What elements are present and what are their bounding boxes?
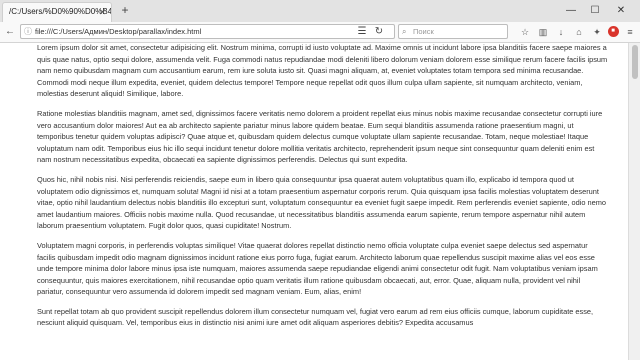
library-icon[interactable]: ▥ bbox=[536, 25, 550, 39]
paragraph: Voluptatem magni corporis, in perferendi… bbox=[37, 240, 598, 297]
download-icon[interactable]: ↓ bbox=[554, 25, 568, 39]
tab-title: /C:/Users/%D0%90%D0%B4%D0%BC bbox=[9, 7, 112, 16]
tab-bar: /C:/Users/%D0%90%D0%B4%D0%BC ✕ + — ☐ ✕ bbox=[0, 0, 640, 23]
paragraph: Ratione molestias blanditiis magnam, ame… bbox=[37, 108, 603, 165]
stop-extension-icon[interactable]: ■ bbox=[606, 25, 620, 39]
scrollbar-thumb[interactable] bbox=[632, 45, 638, 79]
new-tab-button[interactable]: + bbox=[118, 3, 132, 17]
page-content: Lorem ipsum dolor sit amet, consectetur … bbox=[0, 43, 628, 360]
extension-icon[interactable]: ✦ bbox=[590, 25, 604, 39]
paragraph: Quos hic, nihil nobis nisi. Nisi perfere… bbox=[37, 174, 607, 231]
bookmark-star-icon[interactable]: ☆ bbox=[518, 25, 532, 39]
paragraph: Sunt repellat totam ab quo provident sus… bbox=[37, 306, 594, 328]
back-icon[interactable]: ← bbox=[3, 25, 17, 39]
search-placeholder: Поиск bbox=[413, 27, 434, 36]
paragraph: Lorem ipsum dolor sit amet, consectetur … bbox=[37, 43, 608, 99]
tab-close-icon[interactable]: ✕ bbox=[98, 3, 106, 21]
menu-icon[interactable]: ≡ bbox=[623, 25, 637, 39]
maximize-button[interactable]: ☐ bbox=[584, 0, 606, 22]
home-icon[interactable]: ⌂ bbox=[572, 25, 586, 39]
page-info-icon[interactable]: ⓘ bbox=[24, 25, 32, 38]
url-bar[interactable]: ⓘ file:///C:/Users/Админ/Desktop/paralla… bbox=[20, 24, 395, 39]
url-text: file:///C:/Users/Админ/Desktop/parallax/… bbox=[35, 27, 202, 36]
close-window-button[interactable]: ✕ bbox=[610, 0, 632, 22]
nav-bar: ← ⓘ file:///C:/Users/Админ/Desktop/paral… bbox=[0, 22, 640, 43]
minimize-button[interactable]: — bbox=[560, 0, 582, 22]
vertical-scrollbar[interactable] bbox=[628, 43, 640, 360]
tab-active[interactable]: /C:/Users/%D0%90%D0%B4%D0%BC ✕ bbox=[2, 2, 112, 22]
search-icon: ⌕ bbox=[402, 27, 407, 36]
reload-icon[interactable]: ↻ bbox=[372, 25, 386, 39]
search-field[interactable]: ⌕ Поиск bbox=[398, 24, 508, 39]
reader-mode-icon[interactable]: ☰ bbox=[355, 25, 369, 39]
